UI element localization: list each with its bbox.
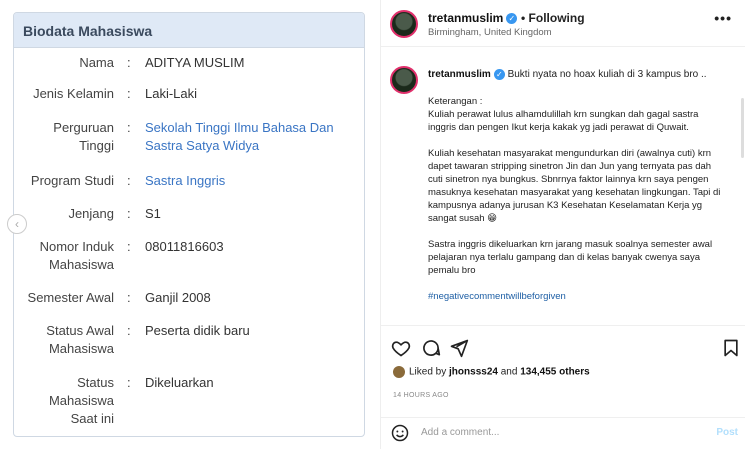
hashtag-link[interactable]: #negativecommentwillbeforgiven	[428, 290, 728, 303]
emoji-icon[interactable]	[391, 424, 409, 442]
biodata-label: Perguruan Tinggi	[53, 120, 114, 153]
biodata-separator: :	[127, 239, 131, 254]
biodata-separator: :	[127, 323, 131, 338]
caption-username[interactable]: tretanmuslim ✓ Bukti nyata no hoax kuliah…	[428, 69, 707, 80]
post-actions: Liked by jhonsss24 and 134,455 others 14…	[381, 325, 745, 425]
biodata-separator: :	[127, 120, 131, 135]
biodata-card: Biodata Mahasiswa Nama: ADITYA MUSLIM Jeni…	[13, 12, 365, 437]
caption-body: Keterangan : Kuliah perawat lulus alhamd…	[428, 95, 728, 316]
liker-avatar	[393, 366, 405, 378]
bookmark-icon[interactable]	[721, 338, 741, 358]
biodata-value: Ganjil 2008	[145, 290, 211, 305]
biodata-pane: Biodata Mahasiswa Nama: ADITYA MUSLIM Jeni…	[0, 0, 380, 449]
caption-paragraph: Sastra inggris dikeluarkan krn jarang ma…	[428, 239, 713, 276]
biodata-label: Jenis Kelamin	[33, 86, 114, 101]
post-location[interactable]: Birmingham, United Kingdom	[428, 27, 552, 38]
biodata-value: Laki-Laki	[145, 86, 198, 101]
biodata-value: Peserta didik baru	[145, 323, 250, 338]
more-options-icon[interactable]: •••	[714, 10, 732, 26]
screenshot-root: Biodata Mahasiswa Nama: ADITYA MUSLIM Jeni…	[0, 0, 745, 449]
comment-bar: Add a comment... Post	[381, 417, 745, 449]
post-timestamp[interactable]: 14 HOURS AGO	[393, 392, 449, 399]
caption-avatar[interactable]	[390, 66, 418, 94]
biodata-value: Dikeluarkan	[145, 375, 214, 390]
biodata-separator: :	[127, 375, 131, 390]
biodata-value: 08011816603	[145, 239, 224, 254]
liker-username[interactable]: jhonsss24	[449, 367, 498, 378]
biodata-label: Program Studi	[30, 173, 114, 188]
caption-intro: Bukti nyata no hoax kuliah di 3 kampus b…	[507, 69, 707, 81]
share-icon[interactable]	[449, 338, 469, 358]
biodata-value: S1	[145, 206, 161, 221]
biodata-value[interactable]: Sekolah Tinggi Ilmu Bahasa Dan Sastra Sa…	[145, 119, 350, 155]
biodata-label: Jenjang	[68, 206, 114, 221]
post-header: tretanmuslim ✓ • Following Birmingham, Un…	[381, 0, 745, 47]
biodata-label: Semester Awal	[27, 290, 114, 305]
comment-input[interactable]: Add a comment...	[421, 427, 499, 438]
biodata-separator: :	[127, 173, 131, 188]
instagram-post-pane: tretanmuslim ✓ • Following Birmingham, Un…	[380, 0, 745, 449]
caption-paragraph: Kuliah kesehatan masyarakat mengundurkan…	[428, 148, 721, 224]
caption-paragraph: Keterangan : Kuliah perawat lulus alhamd…	[428, 96, 699, 133]
verified-icon: ✓	[506, 13, 518, 25]
biodata-value: ADITYA MUSLIM	[145, 55, 245, 70]
likes-count[interactable]: 134,455 others	[520, 367, 590, 378]
user-avatar[interactable]	[390, 10, 418, 38]
biodata-label: Nomor Induk Mahasiswa	[39, 239, 114, 272]
post-username[interactable]: tretanmuslim ✓	[428, 11, 518, 25]
biodata-label: Status Awal Mahasiswa	[46, 323, 114, 356]
verified-icon: ✓	[493, 69, 505, 80]
biodata-separator: :	[127, 206, 131, 221]
biodata-separator: :	[127, 55, 131, 70]
biodata-separator: :	[127, 290, 131, 305]
caption-scrollbar[interactable]	[741, 98, 744, 158]
post-comment-button[interactable]: Post	[716, 427, 738, 438]
caption-area: tretanmuslim ✓ Bukti nyata no hoax kuliah…	[381, 48, 745, 325]
biodata-label: Nama	[79, 55, 114, 70]
biodata-separator: :	[127, 86, 131, 101]
biodata-value[interactable]: Sastra Inggris	[145, 172, 350, 190]
biodata-label: Status Mahasiswa Saat ini	[48, 375, 114, 426]
likes-summary: Liked by jhonsss24 and 134,455 others	[393, 366, 590, 378]
previous-slide-button[interactable]: ‹	[7, 214, 27, 234]
following-button[interactable]: • Following	[521, 11, 585, 25]
comment-icon[interactable]	[421, 338, 441, 358]
heart-icon[interactable]	[391, 338, 411, 358]
biodata-title: Biodata Mahasiswa	[14, 13, 364, 48]
